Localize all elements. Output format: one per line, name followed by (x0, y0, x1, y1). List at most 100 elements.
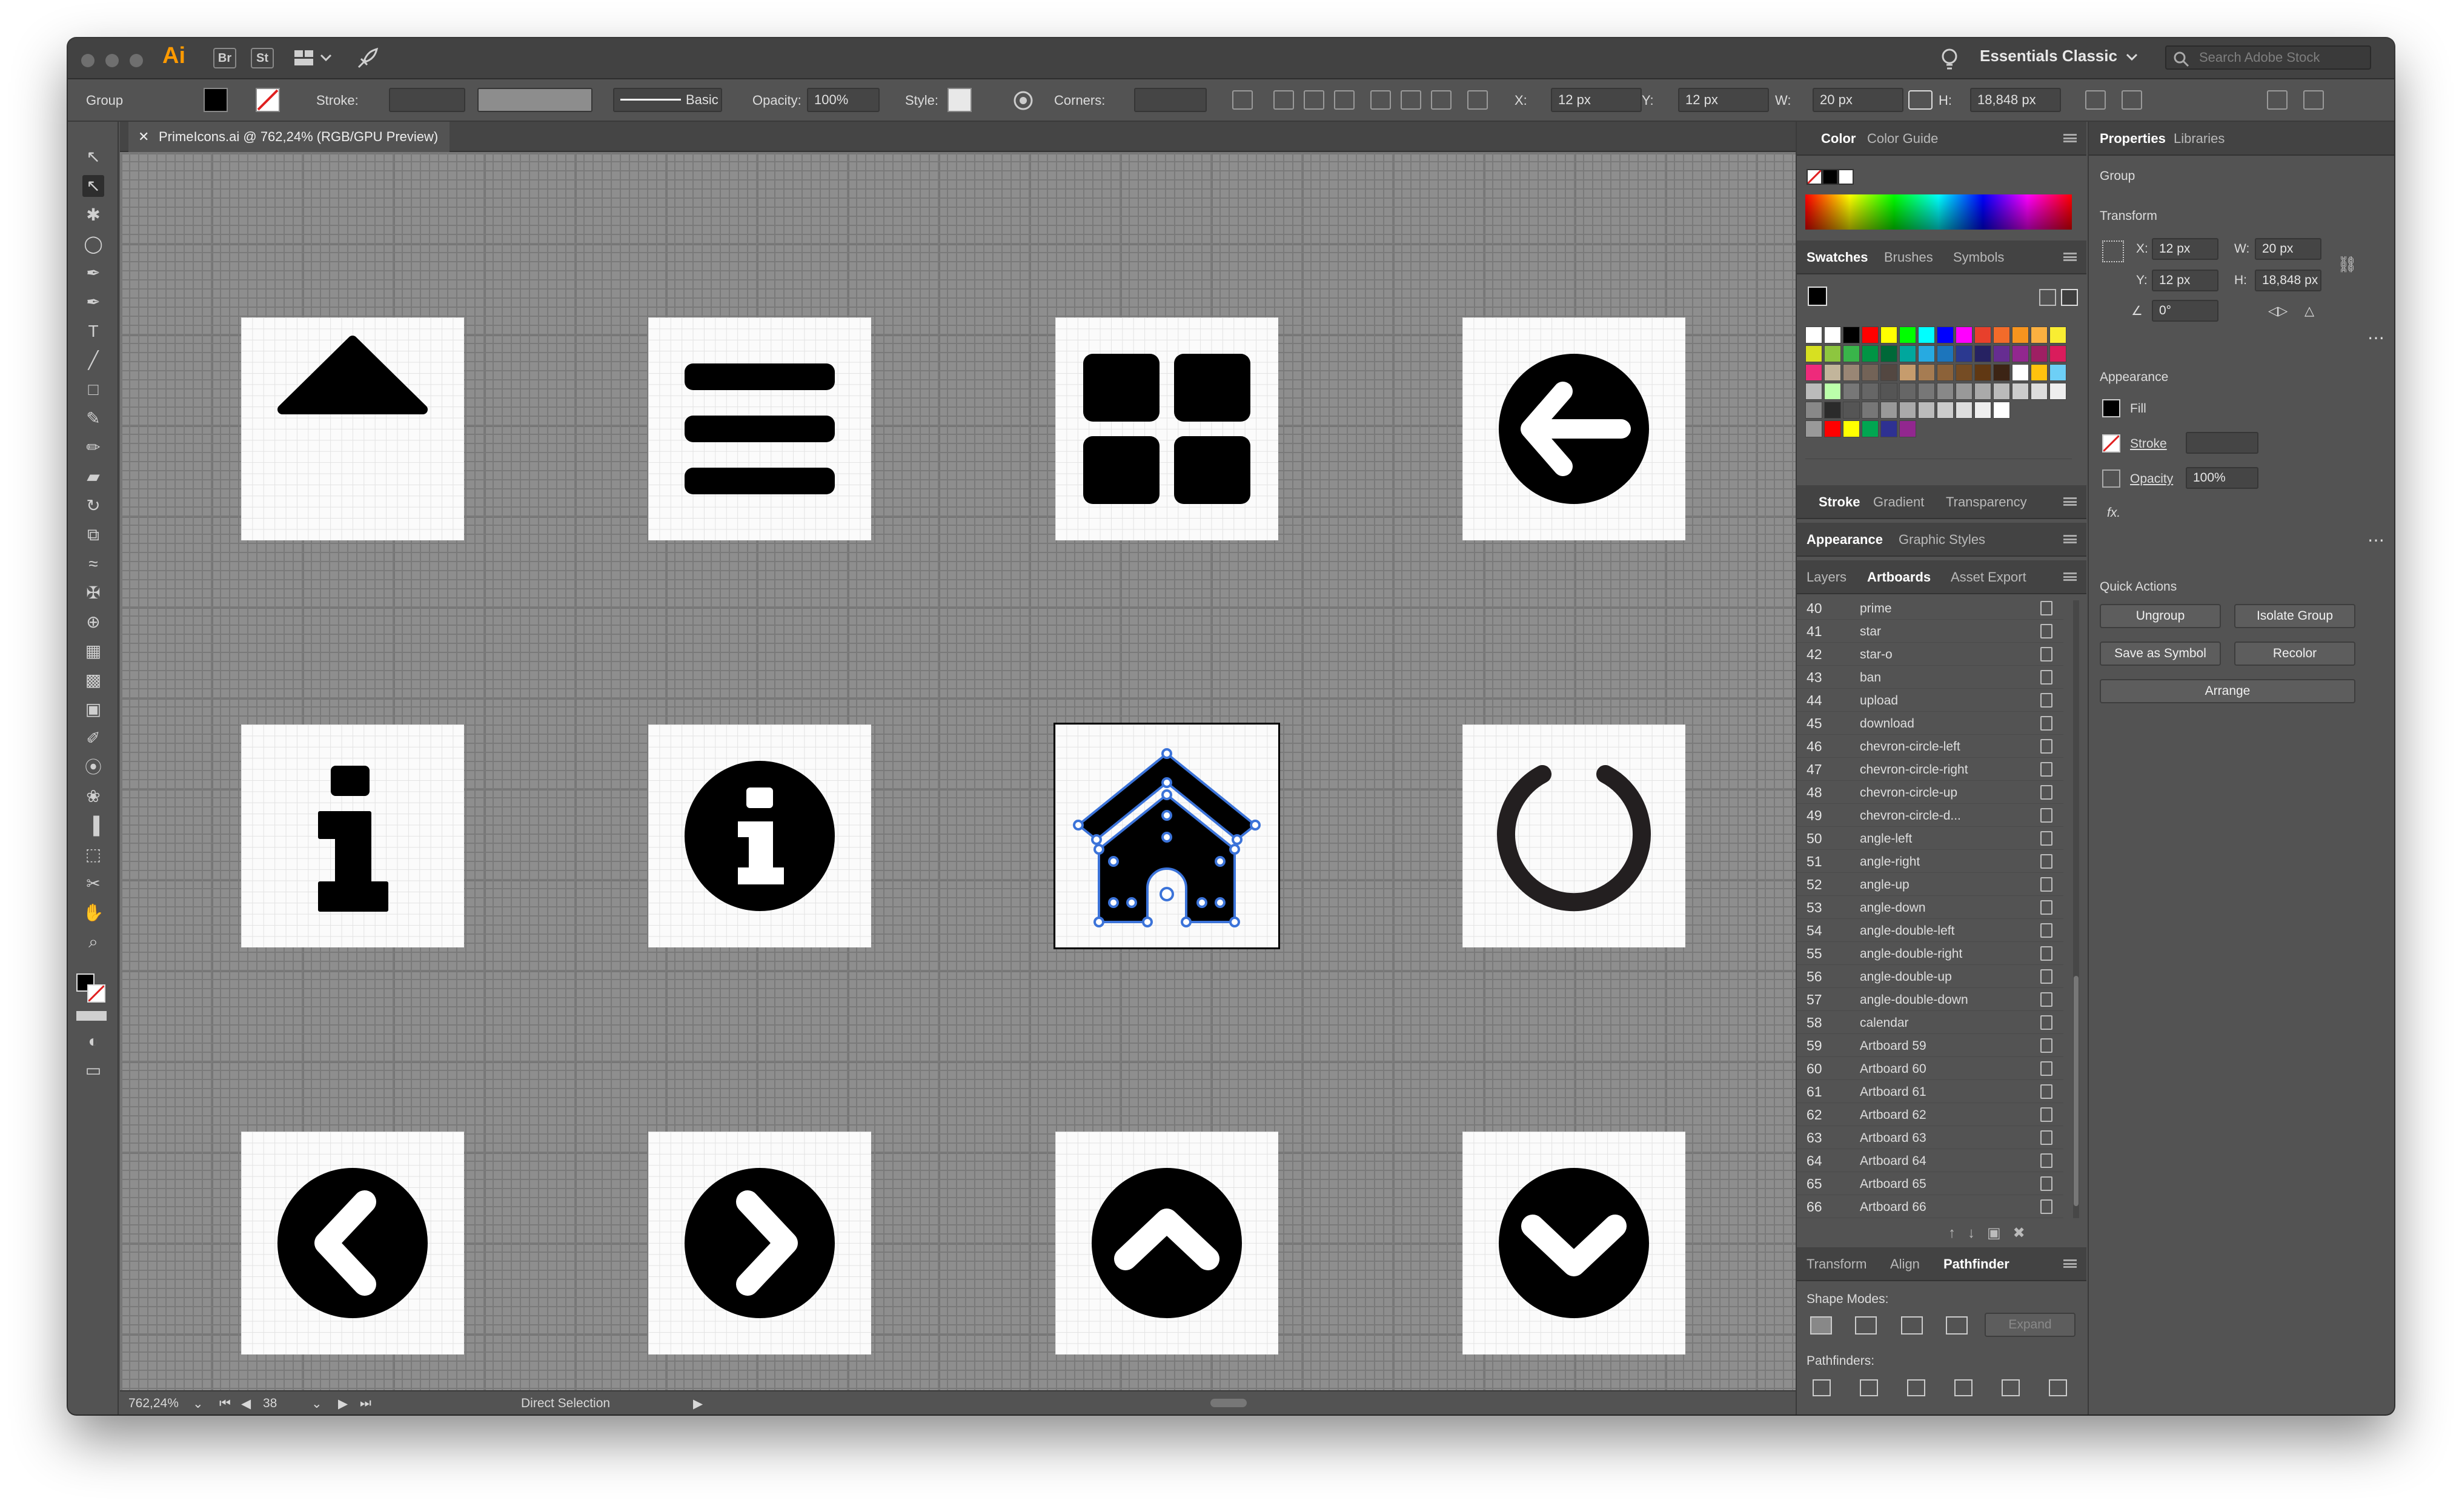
line-tool-icon[interactable]: ╱ (82, 350, 104, 371)
artboard-options-icon[interactable] (2040, 647, 2052, 662)
artboard-row[interactable]: 48 chevron-circle-up (1797, 781, 2063, 804)
hand-tool-icon[interactable]: ✋ (82, 902, 104, 924)
align-middle-icon[interactable] (1401, 90, 1421, 110)
artboard-triangle-up[interactable] (241, 317, 464, 540)
artboard-options-icon[interactable] (2040, 877, 2052, 892)
constrain-link-icon[interactable]: ⛓ (2337, 255, 2357, 276)
shape-builder-tool-icon[interactable]: ⊕ (82, 611, 104, 633)
artboard-row-name[interactable]: Artboard 59 (1860, 1039, 1926, 1053)
unite-icon[interactable] (1810, 1316, 1832, 1335)
swatches-fill-indicator[interactable] (1808, 287, 1827, 306)
artboard-row[interactable]: 63 Artboard 63 (1797, 1126, 2063, 1149)
tab-color-guide[interactable]: Color Guide (1867, 122, 1938, 156)
artboard-spinner[interactable] (1462, 724, 1685, 947)
artboard-options-icon[interactable] (2040, 762, 2052, 777)
lasso-tool-icon[interactable]: ◯ (82, 233, 104, 255)
artboard-row-name[interactable]: chevron-circle-right (1860, 763, 1968, 777)
close-window-button[interactable] (81, 54, 95, 67)
artboard-row-name[interactable]: Artboard 63 (1860, 1131, 1926, 1146)
tab-stroke[interactable]: Stroke (1819, 485, 1860, 519)
artboard-options-icon[interactable] (2040, 831, 2052, 846)
prop-y-field[interactable]: 12 px (2152, 270, 2218, 291)
align-to-icon[interactable] (1232, 90, 1253, 110)
artboard-row-name[interactable]: prime (1860, 602, 1892, 616)
artboard-options-icon[interactable] (2040, 670, 2052, 685)
artboard-chevron-circle-right[interactable] (648, 1132, 871, 1354)
more-options-icon[interactable]: ⋯ (2367, 328, 2384, 348)
pathfinder-panel-menu-icon[interactable] (2063, 1259, 2077, 1268)
grid-view-icon[interactable] (2061, 289, 2078, 306)
artboard-chevron-circle-left[interactable] (241, 1132, 464, 1354)
artboard-bars[interactable] (648, 317, 871, 540)
artboard-options-icon[interactable] (2040, 900, 2052, 915)
artboard-row-name[interactable]: calendar (1860, 1016, 1909, 1030)
workspace-switcher[interactable]: Essentials Classic (1980, 47, 2117, 65)
align-top-icon[interactable] (1370, 90, 1391, 110)
artboard-row-name[interactable]: Artboard 61 (1860, 1085, 1926, 1099)
artboard-th-large[interactable] (1055, 317, 1278, 540)
artboard-options-icon[interactable] (2040, 969, 2052, 984)
reference-point-icon[interactable] (1467, 90, 1488, 110)
artboard-number[interactable]: 38 (263, 1396, 277, 1411)
artboard-row-name[interactable]: angle-double-down (1860, 993, 1968, 1007)
curvature-tool-icon[interactable]: ✒ (82, 291, 104, 313)
artboard-row-name[interactable]: upload (1860, 694, 1898, 708)
artboard-row[interactable]: 57 angle-double-down (1797, 988, 2063, 1011)
perspective-grid-tool-icon[interactable]: ▦ (82, 640, 104, 662)
blend-tool-icon[interactable]: ⦿ (82, 757, 104, 778)
puppet-warp-tool-icon[interactable]: ✠ (82, 582, 104, 604)
eraser-tool-icon[interactable]: ▰ (82, 466, 104, 488)
arrange-documents-icon[interactable] (293, 49, 336, 67)
tab-swatches[interactable]: Swatches (1807, 240, 1868, 274)
tab-symbols[interactable]: Symbols (1953, 240, 2004, 274)
brush-definition[interactable]: Basic (613, 88, 722, 112)
status-menu-icon[interactable]: ▶ (693, 1396, 703, 1411)
artboard-options-icon[interactable] (2040, 1015, 2052, 1030)
arrange-button[interactable]: Arrange (2100, 679, 2355, 703)
draw-mode-icon[interactable]: ◐ (82, 1030, 104, 1052)
gradient-tool-icon[interactable]: ▣ (82, 698, 104, 720)
artboard-row-name[interactable]: star (1860, 625, 1881, 639)
artboard-chevron-circle-down[interactable] (1462, 1132, 1685, 1354)
zoom-level[interactable]: 762,24% (128, 1396, 179, 1411)
close-tab-icon[interactable]: ✕ (138, 122, 149, 152)
artboard-row-name[interactable]: Artboard 66 (1860, 1200, 1926, 1215)
rocket-icon[interactable] (355, 47, 379, 71)
mesh-tool-icon[interactable]: ▩ (82, 669, 104, 691)
artboard-row-name[interactable]: Artboard 65 (1860, 1177, 1926, 1192)
direct-selection-tool-icon[interactable]: ↖ (82, 175, 104, 197)
tab-appearance[interactable]: Appearance (1807, 523, 1883, 557)
artboard-home-selected[interactable] (1053, 723, 1280, 949)
y-field[interactable]: 12 px (1678, 88, 1769, 112)
artboard-options-icon[interactable] (2040, 1038, 2052, 1053)
tab-brushes[interactable]: Brushes (1884, 240, 1933, 274)
list-view-icon[interactable] (2039, 289, 2056, 306)
fill-swatch[interactable] (204, 88, 228, 112)
constrain-proportions-icon[interactable] (1908, 90, 1933, 110)
exclude-icon[interactable] (1946, 1316, 1968, 1335)
artboard-options-icon[interactable] (2040, 1061, 2052, 1076)
x-field[interactable]: 12 px (1551, 88, 1642, 112)
stroke-swatch[interactable] (256, 88, 280, 112)
rotate-angle-field[interactable]: 0° (2152, 300, 2218, 322)
artboard-row[interactable]: 44 upload (1797, 689, 2063, 712)
artboards-panel-menu-icon[interactable] (2063, 572, 2077, 581)
artboard-arrow-circle-left[interactable] (1462, 317, 1685, 540)
artboard-row[interactable]: 64 Artboard 64 (1797, 1149, 2063, 1172)
tab-properties[interactable]: Properties (2100, 122, 2166, 156)
search-stock-input[interactable]: Search Adobe Stock (2165, 45, 2371, 70)
artboard-options-icon[interactable] (2040, 1130, 2052, 1145)
artboard-row[interactable]: 42 star-o (1797, 643, 2063, 666)
prop-h-field[interactable]: 18,848 px (2255, 270, 2321, 291)
divide-icon[interactable] (1813, 1379, 1831, 1396)
artboard-row-name[interactable]: angle-up (1860, 878, 1910, 892)
color-mode-icon[interactable] (76, 1011, 107, 1021)
tab-align[interactable]: Align (1890, 1247, 1920, 1281)
toolbox-stroke-swatch[interactable] (87, 984, 105, 1003)
artboard-row[interactable]: 62 Artboard 62 (1797, 1103, 2063, 1126)
h-field[interactable]: 18,848 px (1970, 88, 2061, 112)
trim-icon[interactable] (1860, 1379, 1878, 1396)
ungroup-button[interactable]: Ungroup (2100, 604, 2221, 628)
artboard-options-icon[interactable] (2040, 1153, 2052, 1168)
artboard-list[interactable]: 40 prime 41 star 42 star-o 43 ban 44 upload 45 down… (1797, 597, 2069, 1222)
